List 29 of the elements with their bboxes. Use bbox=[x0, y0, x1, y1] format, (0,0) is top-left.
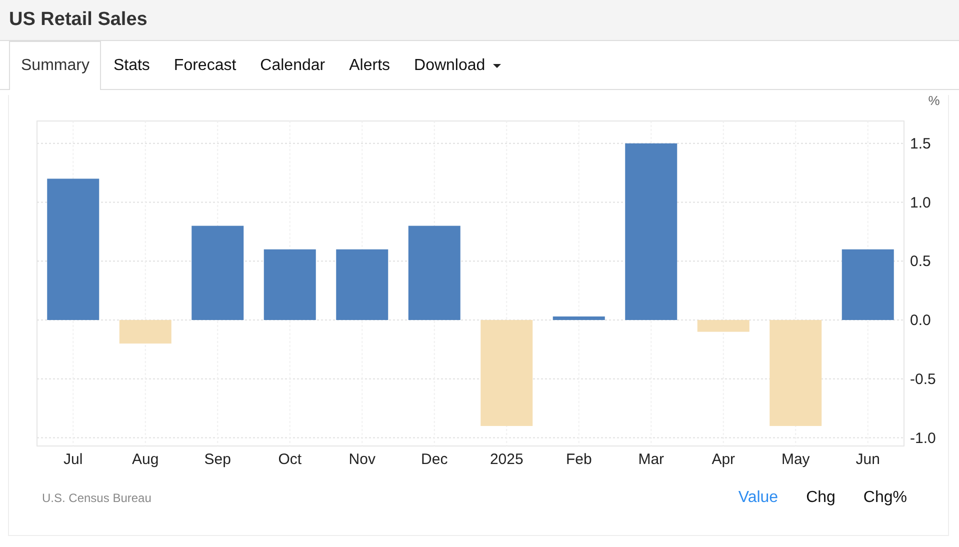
x-tick-label: Dec bbox=[421, 451, 448, 468]
x-tick-label: Aug bbox=[132, 451, 159, 468]
x-tick-label: Oct bbox=[278, 451, 302, 468]
x-tick-label: Feb bbox=[566, 451, 592, 468]
tab[interactable]: Alerts bbox=[337, 41, 402, 90]
x-tick-label: Jun bbox=[856, 451, 880, 468]
x-tick-label: Apr bbox=[712, 451, 736, 468]
y-tick-label: -1.0 bbox=[910, 430, 936, 447]
tab[interactable]: Forecast bbox=[162, 41, 248, 90]
x-tick-label: May bbox=[781, 451, 810, 468]
x-tick-label: 2025 bbox=[490, 451, 524, 468]
x-tick-label: Sep bbox=[204, 451, 231, 468]
y-tick-label: 0.5 bbox=[910, 253, 931, 270]
source-label: U.S. Census Bureau bbox=[42, 491, 152, 505]
x-tick-label: Mar bbox=[638, 451, 664, 468]
x-tick-label: Jul bbox=[64, 451, 83, 468]
tab[interactable]: Summary bbox=[9, 41, 102, 90]
tab[interactable]: Calendar bbox=[248, 41, 338, 90]
page-title: US Retail Sales bbox=[9, 9, 148, 31]
view-link[interactable]: Chg bbox=[806, 489, 836, 507]
y-tick-label: 0.0 bbox=[910, 312, 931, 329]
y-tick-label: 1.0 bbox=[910, 194, 931, 212]
y-tick-label: -0.5 bbox=[910, 370, 936, 388]
tab[interactable]: Download bbox=[402, 41, 514, 90]
axis-unit: % bbox=[928, 95, 940, 108]
y-tick-label: 1.5 bbox=[910, 135, 931, 152]
view-link[interactable]: Chg% bbox=[863, 489, 907, 507]
tab[interactable]: Stats bbox=[101, 41, 162, 90]
x-tick-label: Nov bbox=[348, 451, 376, 468]
